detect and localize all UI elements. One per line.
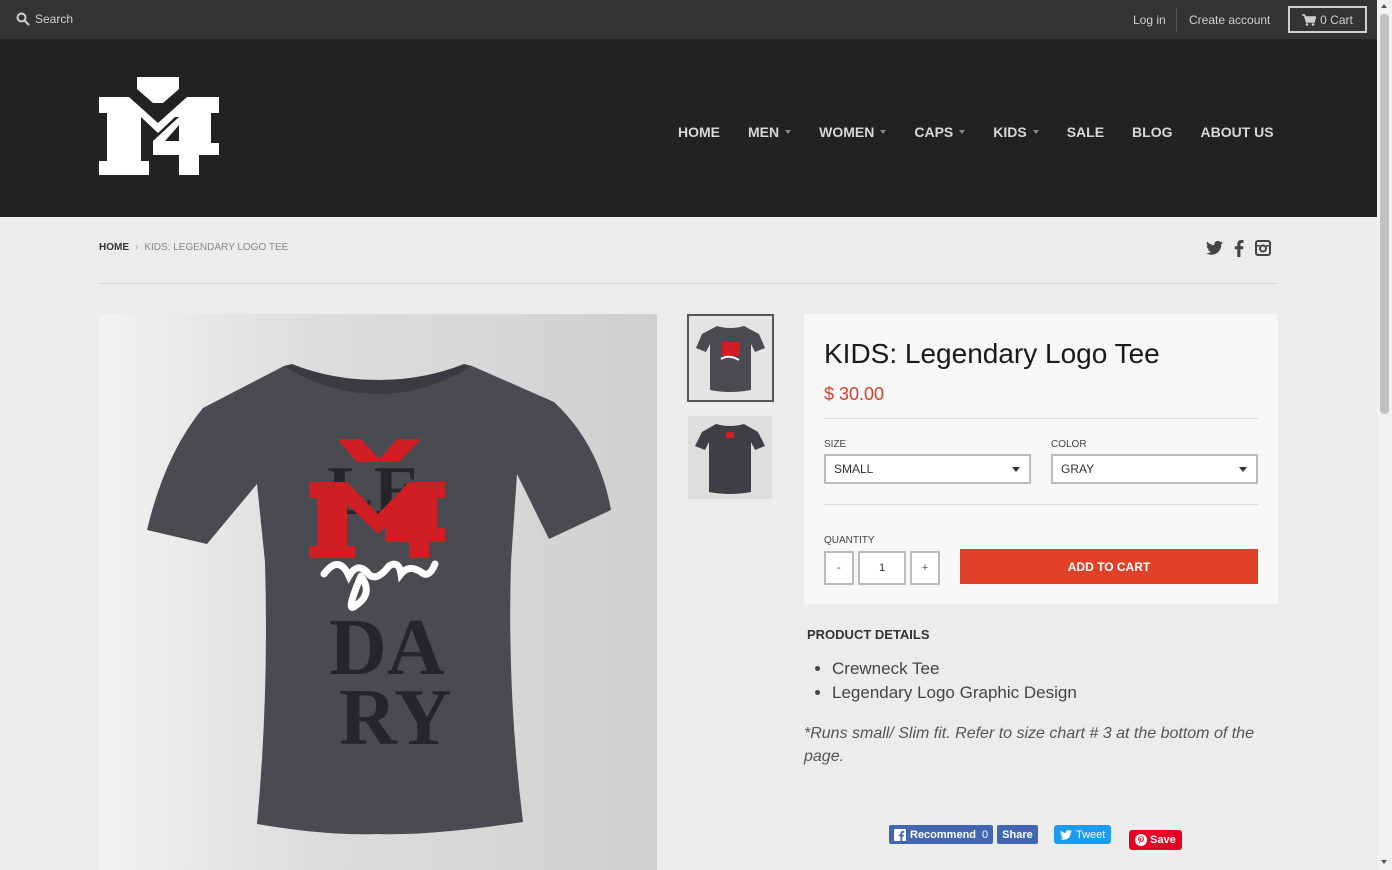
chevron-down-icon: [1239, 467, 1247, 472]
product-details-heading: PRODUCT DETAILS: [807, 627, 930, 642]
chevron-down-icon: [1032, 130, 1039, 134]
tshirt-back-thumbnail-icon: [695, 424, 765, 494]
size-note: *Runs small/ Slim fit. Refer to size cha…: [804, 725, 1254, 765]
facebook-share-group: Recommend 0 Share: [889, 825, 1038, 844]
panel-divider: [824, 418, 1258, 419]
pinterest-save-button[interactable]: Save: [1129, 830, 1182, 850]
cart-label: 0 Cart: [1320, 12, 1353, 27]
nav-home-label: HOME: [678, 124, 720, 140]
tweet-button[interactable]: Tweet: [1054, 825, 1112, 844]
nav-sale-label: SALE: [1066, 124, 1105, 140]
list-item: Legendary Logo Graphic Design: [832, 683, 1077, 703]
color-select[interactable]: GRAY: [1051, 454, 1258, 484]
pin-save-label: Save: [1150, 834, 1176, 846]
nav-caps-label: CAPS: [914, 124, 954, 140]
product-details-list: Crewneck Tee Legendary Logo Graphic Desi…: [832, 659, 1077, 707]
breadcrumb-separator: ›: [135, 242, 139, 253]
quantity-increment-button[interactable]: +: [910, 551, 940, 585]
breadcrumb-home[interactable]: HOME: [99, 242, 129, 253]
quantity-input[interactable]: 1: [858, 551, 906, 585]
m4-logo-icon: [99, 77, 219, 175]
quantity-label: QUANTITY: [824, 535, 875, 546]
product-panel: KIDS: Legendary Logo Tee $ 30.00 SIZE SM…: [804, 314, 1278, 604]
nav-blog[interactable]: BLOG: [1132, 124, 1172, 140]
nav-women[interactable]: WOMEN: [819, 124, 887, 140]
nav-men[interactable]: MEN: [748, 124, 792, 140]
panel-divider: [824, 504, 1258, 505]
quantity-decrement-button[interactable]: -: [824, 551, 854, 585]
scroll-up-arrow[interactable]: [1381, 4, 1387, 8]
store-logo[interactable]: [99, 77, 219, 180]
nav-home[interactable]: HOME: [678, 124, 720, 140]
nav-blog-label: BLOG: [1132, 124, 1173, 140]
instagram-icon[interactable]: [1255, 240, 1271, 256]
nav-about-label: ABOUT US: [1200, 124, 1274, 140]
facebook-icon: [894, 828, 906, 841]
product-title: KIDS: Legendary Logo Tee: [824, 338, 1160, 369]
facebook-recommend-button[interactable]: Recommend 0: [889, 825, 994, 844]
breadcrumb-divider: [99, 283, 1278, 284]
size-select[interactable]: SMALL: [824, 454, 1031, 484]
nav-sale[interactable]: SALE: [1067, 124, 1104, 140]
list-item: Crewneck Tee: [832, 659, 1077, 679]
color-select-value: GRAY: [1061, 462, 1095, 476]
size-select-value: SMALL: [834, 462, 874, 476]
facebook-share-button[interactable]: Share: [997, 825, 1038, 844]
scroll-down-arrow[interactable]: [1381, 860, 1387, 864]
add-to-cart-button[interactable]: ADD TO CART: [960, 549, 1258, 584]
svg-text:RY: RY: [339, 674, 452, 762]
fb-recommend-count: 0: [982, 828, 989, 841]
fb-recommend-label: Recommend: [910, 828, 977, 841]
product-thumbnail-front[interactable]: [687, 314, 774, 402]
social-links: [1206, 240, 1271, 257]
chevron-down-icon: [959, 130, 966, 134]
product-thumbnail-back[interactable]: [688, 416, 772, 499]
main-nav: HOME MEN WOMEN CAPS KIDS SALE BLOG ABOUT…: [678, 124, 1302, 140]
size-label: SIZE: [824, 439, 847, 450]
color-label: COLOR: [1051, 439, 1087, 450]
chevron-down-icon: [880, 130, 887, 134]
site-header: HOME MEN WOMEN CAPS KIDS SALE BLOG ABOUT…: [0, 39, 1377, 217]
nav-men-label: MEN: [748, 124, 780, 140]
nav-women-label: WOMEN: [819, 124, 875, 140]
tshirt-thumbnail-icon: [696, 326, 765, 392]
twitter-icon: [1060, 829, 1072, 840]
cart-button[interactable]: 0 Cart: [1288, 6, 1367, 33]
nav-kids[interactable]: KIDS: [993, 124, 1039, 140]
login-link[interactable]: Log in: [1133, 13, 1166, 27]
search-label: Search: [35, 12, 74, 26]
twitter-icon[interactable]: [1206, 240, 1223, 256]
tshirt-image-icon: LE DA RY: [147, 364, 611, 835]
search-icon: [16, 12, 30, 26]
pinterest-icon: [1135, 834, 1147, 846]
tweet-label: Tweet: [1076, 828, 1106, 841]
topbar-divider: [1176, 8, 1177, 32]
breadcrumb: HOME › KIDS: LEGENDARY LOGO TEE: [99, 242, 288, 253]
create-account-link[interactable]: Create account: [1189, 13, 1270, 27]
nav-about-us[interactable]: ABOUT US: [1201, 124, 1274, 140]
product-main-image[interactable]: LE DA RY: [99, 314, 657, 870]
cart-icon: [1302, 13, 1317, 26]
top-bar: Search Log in Create account 0 Cart: [0, 0, 1377, 39]
chevron-down-icon: [785, 130, 792, 134]
scrollbar-thumb[interactable]: [1380, 14, 1389, 414]
nav-kids-label: KIDS: [993, 124, 1027, 140]
product-price: $ 30.00: [824, 384, 885, 404]
breadcrumb-current: KIDS: LEGENDARY LOGO TEE: [144, 242, 289, 253]
chevron-down-icon: [1012, 467, 1020, 472]
nav-caps[interactable]: CAPS: [914, 124, 966, 140]
search-link[interactable]: Search: [16, 12, 73, 26]
facebook-icon[interactable]: [1234, 240, 1244, 257]
